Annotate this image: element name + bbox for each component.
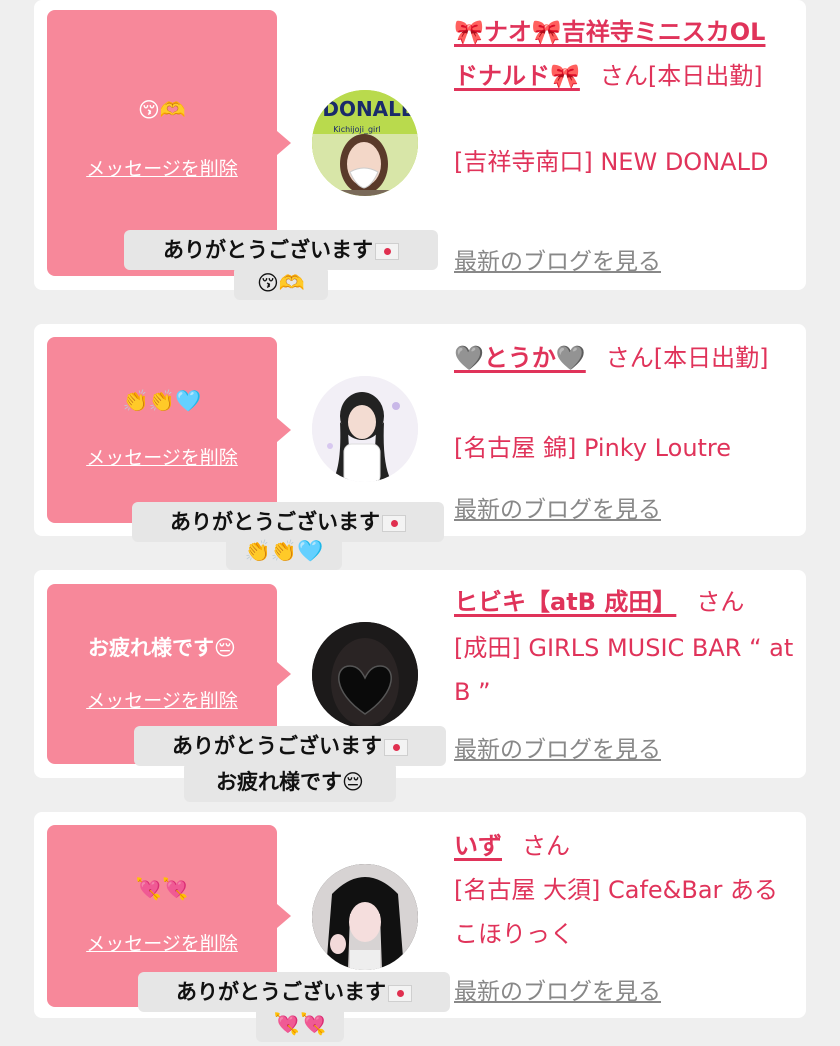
avatar[interactable]: DONALL Kichijoji_girl (312, 90, 418, 196)
reply-text-2: 😚🫶 (256, 271, 306, 295)
girl-photo-icon: DONALL Kichijoji_girl (312, 90, 418, 196)
envelope-icon (388, 984, 412, 1002)
reply-tag: ありがとうございます (124, 230, 438, 270)
san-label: さん (605, 344, 654, 372)
avatar[interactable] (312, 864, 418, 970)
shop-text: [成田] GIRLS MUSIC BAR “ at B ” (454, 634, 794, 706)
avatar-sign-subtext: Kichijoji_girl (333, 125, 381, 134)
blog-link[interactable]: 最新のブログを見る (454, 730, 661, 764)
blog-link[interactable]: 最新のブログを見る (454, 242, 661, 276)
shop-text: [名古屋 大須] Cafe&Bar あるこほりっく (454, 876, 779, 948)
reply-text: ありがとうございます (176, 980, 386, 1004)
blog-link[interactable]: 最新のブログを見る (454, 972, 661, 1006)
avatar[interactable] (312, 622, 418, 728)
message-text: お疲れ様です😔 (88, 636, 236, 660)
san-label: さん (599, 62, 648, 90)
status-text: [本日出勤] (647, 62, 763, 90)
sender-name-link[interactable]: 🩶とうか🩶 (454, 344, 586, 372)
delete-message-link[interactable]: メッセージを削除 (47, 686, 277, 713)
san-label: さん (696, 588, 745, 616)
envelope-icon (384, 738, 408, 756)
shop-text: [吉祥寺南口] NEW DONALD (454, 148, 769, 176)
sender-name-link[interactable]: いず (454, 832, 502, 860)
envelope-icon (375, 242, 399, 260)
message-text: 😚🫶 (137, 98, 187, 122)
girl-photo-icon (312, 376, 418, 482)
reply-tag-2: 😚🫶 (234, 266, 328, 300)
sender-info: 🩶とうか🩶 さん[本日出勤] (454, 336, 784, 380)
shop-text: [名古屋 錦] Pinky Loutre (454, 434, 732, 462)
delete-message-link[interactable]: メッセージを削除 (47, 154, 277, 181)
reply-tag: ありがとうございます (134, 726, 446, 766)
message-bubble: 👏👏🩵 メッセージを削除 (47, 337, 291, 523)
reply-text-2: お疲れ様です😔 (216, 770, 364, 794)
black-heart-icon (312, 622, 418, 728)
sender-info: いず さん (454, 824, 784, 868)
reply-text: ありがとうございます (163, 238, 373, 262)
blog-link[interactable]: 最新のブログを見る (454, 490, 661, 524)
reply-tag-2: 💘💘 (256, 1006, 344, 1042)
reply-text-2: 👏👏🩵 (244, 539, 324, 563)
delete-message-link[interactable]: メッセージを削除 (47, 443, 277, 470)
envelope-icon (382, 514, 406, 532)
reply-tag-2: 👏👏🩵 (226, 532, 342, 570)
avatar[interactable] (312, 376, 418, 482)
sender-info: ヒビキ【atB 成田】 さん (454, 580, 784, 624)
sender-info: 🎀ナオ🎀吉祥寺ミニスカOLドナルド🎀 さん[本日出勤] (454, 10, 784, 98)
reply-text-2: 💘💘 (273, 1012, 327, 1036)
message-text: 👏👏🩵 (122, 389, 202, 413)
status-text: [本日出勤] (653, 344, 769, 372)
sender-name-link[interactable]: ヒビキ【atB 成田】 (454, 588, 676, 616)
delete-message-link[interactable]: メッセージを削除 (47, 929, 277, 956)
girl-photo-icon (312, 864, 418, 970)
san-label: さん (522, 832, 570, 860)
reply-text: ありがとうございます (172, 734, 382, 758)
reply-tag-2: お疲れ様です😔 (184, 762, 396, 802)
message-text: 💘💘 (135, 877, 189, 901)
avatar-sign-text: DONALL (322, 97, 414, 121)
reply-text: ありがとうございます (170, 510, 380, 534)
